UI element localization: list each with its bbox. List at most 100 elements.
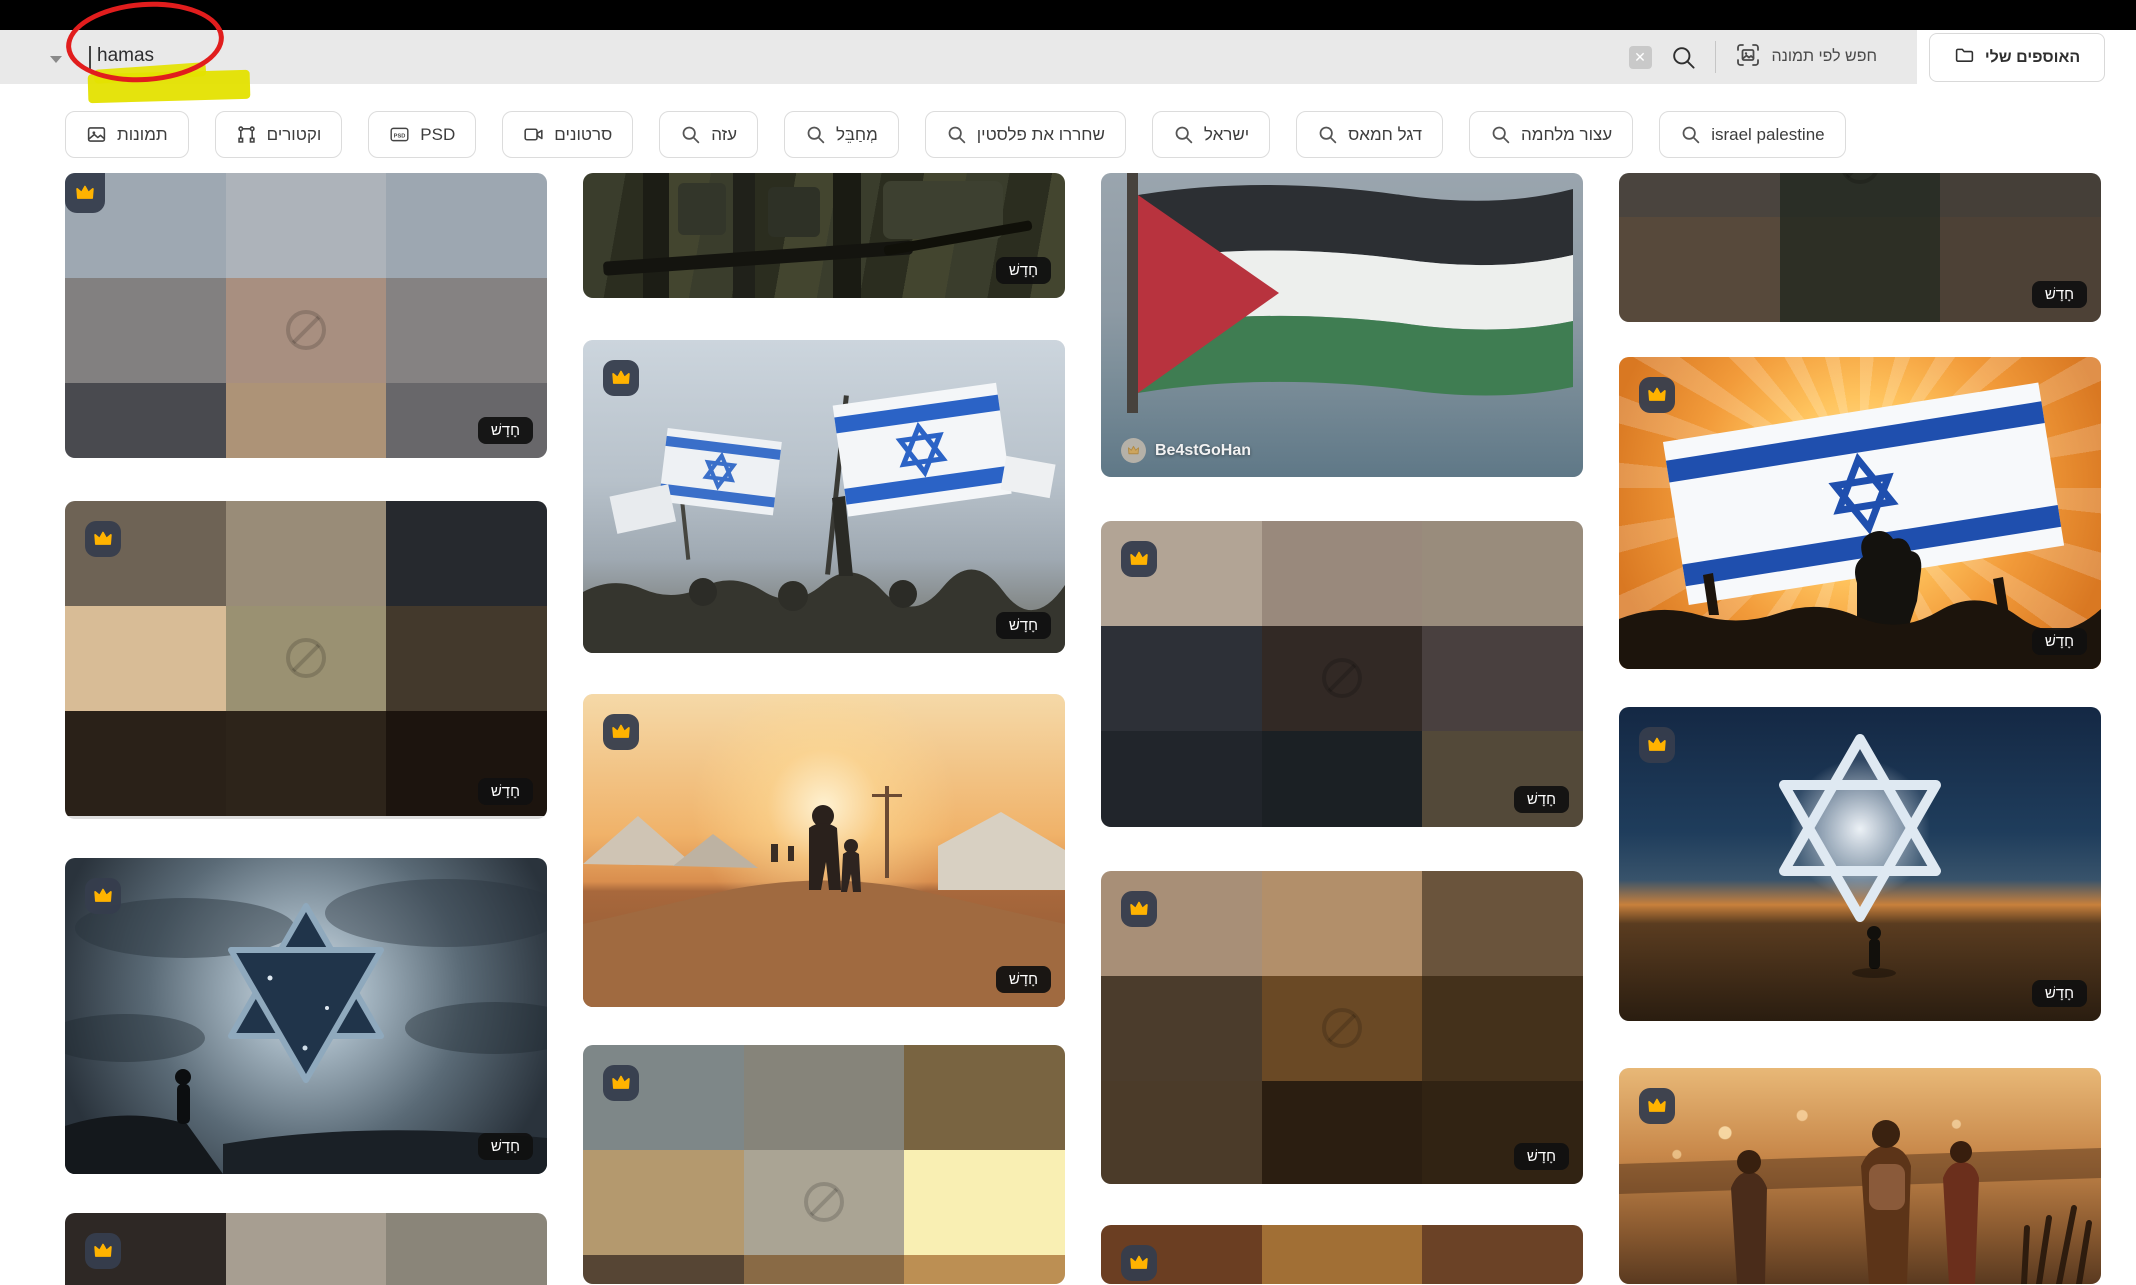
premium-crown-badge	[603, 1065, 639, 1101]
new-badge: חָדָשׁ	[2032, 281, 2087, 308]
search-bar[interactable]: hamas ✕	[0, 30, 1917, 84]
search-by-image-button[interactable]: חפש לפי תמונה	[1734, 41, 1878, 74]
filter-chip-psd[interactable]: PSDPSD	[368, 111, 476, 158]
palette-cell	[1262, 521, 1423, 626]
new-badge: חָדָשׁ	[996, 257, 1051, 284]
search-icon	[946, 124, 967, 145]
palette-cell	[1262, 731, 1423, 827]
new-badge: חָדָשׁ	[478, 778, 533, 805]
palette-cell	[65, 711, 226, 816]
palette-cell	[1101, 976, 1262, 1081]
palette-cell	[386, 606, 547, 711]
grid-column-3: Be4stGoHan חָדָשׁ חָדָשׁ	[1101, 173, 1583, 1285]
tile-palette-tile-2[interactable]: חָדָשׁ	[65, 501, 547, 819]
filter-chip-images[interactable]: תמונות	[65, 111, 189, 158]
tile-palette-tile-7[interactable]	[1101, 1225, 1583, 1284]
filter-chip-label: עזה	[711, 125, 737, 145]
filter-chip-gaza[interactable]: עזה	[659, 111, 758, 158]
filter-chip-label: וקטורים	[267, 125, 322, 145]
my-collections-button[interactable]: האוספים שלי	[1929, 33, 2105, 82]
color-palette-placeholder	[583, 1045, 1065, 1284]
palette-cell	[1619, 217, 1780, 322]
blocked-content-icon	[286, 310, 326, 350]
palette-cell	[904, 1255, 1065, 1284]
new-badge: חָדָשׁ	[2032, 628, 2087, 655]
tile-photo-military-soldier[interactable]: חָדָשׁ	[583, 173, 1065, 298]
tile-photo-star-of-david-desert[interactable]: חָדָשׁ	[1619, 707, 2101, 1021]
premium-crown-badge	[1121, 1245, 1157, 1281]
premium-crown-badge	[603, 714, 639, 750]
filter-chips-row: תמונות וקטורים PSDPSD סרטונים עזה מְחַבֵּל שחר…	[0, 111, 2136, 158]
avatar[interactable]	[1121, 438, 1146, 463]
filter-chip-label: שחררו את פלסטין	[977, 125, 1105, 145]
tile-palette-tile-6[interactable]: חָדָשׁ	[1101, 871, 1583, 1184]
premium-crown-badge	[1639, 727, 1675, 763]
tile-palette-tile-3[interactable]	[65, 1213, 547, 1285]
palette-cell	[583, 1255, 744, 1284]
color-palette-placeholder	[1101, 521, 1583, 827]
tile-photo-palestine-flag-coast[interactable]: Be4stGoHan	[1101, 173, 1583, 477]
tile-photo-star-of-david-clouds[interactable]: חָדָשׁ	[65, 858, 547, 1174]
tile-photo-israel-flags-crowd[interactable]: חָדָשׁ	[583, 340, 1065, 653]
filter-chip-hamas-flag[interactable]: דגל חמאס	[1296, 111, 1443, 158]
search-icon[interactable]	[1670, 44, 1697, 71]
filter-chip-free-palestine[interactable]: שחררו את פלסטין	[925, 111, 1126, 158]
palette-cell	[1101, 626, 1262, 731]
palette-cell	[1422, 1225, 1583, 1284]
photo-israel-flag-fist	[1619, 357, 2101, 669]
filter-chip-stop-war[interactable]: עצור מלחמה	[1469, 111, 1633, 158]
search-icon	[1490, 124, 1511, 145]
palette-cell	[386, 501, 547, 606]
tile-photo-father-child-camp[interactable]: חָדָשׁ	[583, 694, 1065, 1007]
grid-column-4: חָדָשׁ חָדָשׁ חָדָשׁ	[1619, 173, 2101, 1285]
premium-crown-badge	[1639, 377, 1675, 413]
tile-photo-israel-flag-fist[interactable]: חָדָשׁ	[1619, 357, 2101, 669]
filter-chip-vectors[interactable]: וקטורים	[215, 111, 343, 158]
search-icon	[1317, 124, 1338, 145]
palette-cell	[226, 501, 387, 606]
search-input[interactable]: hamas	[97, 45, 154, 67]
filter-chip-label: דגל חמאס	[1348, 125, 1422, 145]
color-palette-placeholder	[1101, 1225, 1583, 1284]
palette-cell	[65, 278, 226, 383]
filter-chip-videos[interactable]: סרטונים	[502, 111, 633, 158]
search-icon	[1680, 124, 1701, 145]
tile-palette-tile-5[interactable]: חָדָשׁ	[1101, 521, 1583, 827]
tile-palette-tile-1[interactable]: חָדָשׁ	[65, 173, 547, 458]
palette-cell	[1422, 976, 1583, 1081]
divider	[1715, 41, 1716, 73]
tile-palette-tile-4[interactable]	[583, 1045, 1065, 1284]
new-badge: חָדָשׁ	[478, 1133, 533, 1160]
chevron-down-icon[interactable]	[50, 56, 62, 63]
search-icon	[680, 124, 701, 145]
photo-palestine-flag-coast	[1101, 173, 1583, 477]
tile-palette-tile-8[interactable]: חָדָשׁ	[1619, 173, 2101, 322]
author-attribution[interactable]: Be4stGoHan	[1121, 438, 1251, 463]
results-grid: חָדָשׁחָדָשׁחָדָשׁחָדָשׁחָדָשׁחָדָשׁBe4s…	[0, 173, 2136, 1285]
filter-chip-terrorist[interactable]: מְחַבֵּל	[784, 111, 899, 158]
images-icon	[86, 124, 107, 145]
image-scan-icon	[1734, 41, 1762, 74]
palette-cell	[1262, 1081, 1423, 1184]
photo-father-child-camp	[583, 694, 1065, 1007]
premium-crown-badge	[85, 878, 121, 914]
color-palette-placeholder	[65, 173, 547, 458]
palette-cell	[386, 173, 547, 278]
grid-column-1: חָדָשׁ חָדָשׁ חָדָשׁ	[65, 173, 547, 1285]
filter-chip-israel-palestine[interactable]: israel palestine	[1659, 111, 1845, 158]
folder-icon	[1954, 45, 1975, 71]
clear-search-button[interactable]: ✕	[1629, 46, 1652, 69]
palette-cell	[226, 711, 387, 816]
filter-chip-israel[interactable]: ישראל	[1152, 111, 1270, 158]
tile-photo-family-sunset-city[interactable]	[1619, 1068, 2101, 1284]
palette-cell	[1940, 173, 2101, 217]
palette-cell	[226, 173, 387, 278]
premium-crown-badge	[603, 360, 639, 396]
blocked-content-icon	[804, 1182, 844, 1222]
palette-cell	[1101, 1081, 1262, 1184]
palette-cell	[1422, 521, 1583, 626]
author-name: Be4stGoHan	[1155, 442, 1251, 460]
palette-cell	[65, 383, 226, 458]
premium-crown-badge	[1121, 541, 1157, 577]
new-badge: חָדָשׁ	[1514, 1143, 1569, 1170]
